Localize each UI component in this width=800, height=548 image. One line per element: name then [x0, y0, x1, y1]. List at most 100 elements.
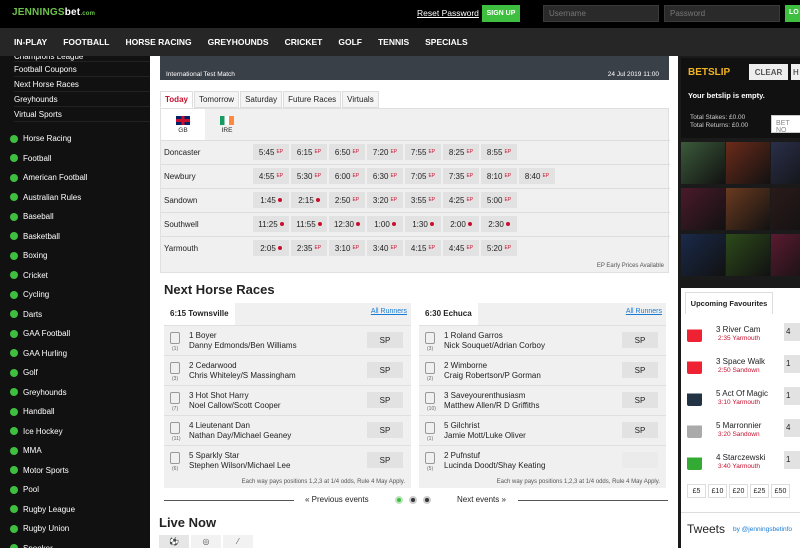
nav-item[interactable]: GOLF	[338, 37, 362, 47]
price-button[interactable]: SP	[622, 422, 658, 438]
bet-now-button[interactable]: BET NO	[771, 115, 800, 134]
username-input[interactable]: Username	[543, 5, 659, 22]
nav-item[interactable]: CRICKET	[285, 37, 323, 47]
nav-item[interactable]: HORSE RACING	[126, 37, 192, 47]
nav-item[interactable]: FOOTBALL	[63, 37, 109, 47]
race-title[interactable]: 6:15 Townsville	[164, 303, 235, 325]
race-time-button[interactable]: 11:25	[253, 216, 289, 232]
game-tile[interactable]	[726, 234, 770, 276]
race-time-button[interactable]: 3:55 EP	[405, 192, 441, 208]
race-time-button[interactable]: 2:50 EP	[329, 192, 365, 208]
sign-up-button[interactable]: SIGN UP	[482, 5, 520, 22]
stake-button[interactable]: £10	[708, 484, 727, 498]
cricket-icon[interactable]: ⁄	[223, 535, 253, 548]
clear-button[interactable]: CLEAR	[749, 64, 788, 80]
sidebar-item[interactable]: Horse Racing	[0, 129, 150, 149]
race-time-button[interactable]: 8:55 EP	[481, 144, 517, 160]
meeting-name[interactable]: Yarmouth	[164, 244, 198, 253]
meeting-name[interactable]: Doncaster	[164, 148, 200, 157]
race-time-button[interactable]: 2:15	[291, 192, 327, 208]
price-button[interactable]: SP	[367, 422, 403, 438]
race-time-button[interactable]: 8:10 EP	[481, 168, 517, 184]
price-button[interactable]: SP	[367, 392, 403, 408]
favourite-odds-button[interactable]: 4	[784, 323, 800, 341]
sidebar-item[interactable]: GAA Football	[0, 324, 150, 344]
sidebar-item[interactable]: Cricket	[0, 266, 150, 286]
race-time-button[interactable]: 4:45 EP	[443, 240, 479, 256]
stake-button[interactable]: £50	[771, 484, 790, 498]
price-button[interactable]: SP	[622, 392, 658, 408]
game-tile[interactable]	[771, 188, 800, 230]
sidebar-item[interactable]: GAA Hurling	[0, 344, 150, 364]
price-button[interactable]: SP	[367, 332, 403, 348]
race-time-button[interactable]: 7:20 EP	[367, 144, 403, 160]
race-time-button[interactable]: 4:55 EP	[253, 168, 289, 184]
race-time-button[interactable]: 2:30	[481, 216, 517, 232]
sidebar-item[interactable]: MMA	[0, 441, 150, 461]
sidebar-item[interactable]: Darts	[0, 305, 150, 325]
race-time-button[interactable]: 1:00	[367, 216, 403, 232]
sidebar-item[interactable]: Cycling	[0, 285, 150, 305]
sidebar-item[interactable]: Basketball	[0, 227, 150, 247]
nav-item[interactable]: TENNIS	[378, 37, 409, 47]
sidebar-sublink[interactable]: Greyhounds	[14, 92, 150, 107]
sidebar-sublink[interactable]: Virtual Sports	[14, 107, 150, 122]
day-tab[interactable]: Saturday	[240, 91, 283, 108]
race-time-button[interactable]: 12:30	[329, 216, 365, 232]
login-button[interactable]: LO	[785, 5, 800, 22]
all-runners-link[interactable]: All Runners	[626, 308, 662, 315]
sidebar-item[interactable]: Rugby Union	[0, 519, 150, 539]
race-time-button[interactable]: 11:55	[291, 216, 327, 232]
sidebar-item[interactable]: Greyhounds	[0, 383, 150, 403]
favourite-odds-button[interactable]: 1	[784, 355, 800, 373]
stake-button[interactable]: £20	[729, 484, 748, 498]
race-time-button[interactable]: 6:50 EP	[329, 144, 365, 160]
race-time-button[interactable]: 4:25 EP	[443, 192, 479, 208]
pager-dot[interactable]	[395, 496, 403, 504]
sidebar-item[interactable]: Football	[0, 149, 150, 169]
sidebar-item[interactable]: Australian Rules	[0, 188, 150, 208]
race-time-button[interactable]: 5:20 EP	[481, 240, 517, 256]
sidebar-item[interactable]: Golf	[0, 363, 150, 383]
game-tile[interactable]	[681, 188, 725, 230]
sidebar-item[interactable]: Baseball	[0, 207, 150, 227]
sidebar-item[interactable]: Motor Sports	[0, 461, 150, 481]
race-time-button[interactable]: 6:15 EP	[291, 144, 327, 160]
flag-gb[interactable]: GB	[161, 109, 205, 140]
favourite-odds-button[interactable]: 4	[784, 419, 800, 437]
favourite-odds-button[interactable]: 1	[784, 387, 800, 405]
price-button[interactable]	[622, 452, 658, 468]
race-time-button[interactable]: 7:35 EP	[443, 168, 479, 184]
race-time-button[interactable]: 2:05	[253, 240, 289, 256]
game-tile[interactable]	[726, 188, 770, 230]
stake-button[interactable]: £25	[750, 484, 769, 498]
brand-logo[interactable]: JENNINGSbet.com	[12, 7, 95, 18]
race-time-button[interactable]: 5:00 EP	[481, 192, 517, 208]
sidebar-item[interactable]: Snooker	[0, 539, 150, 548]
race-time-button[interactable]: 8:40 EP	[519, 168, 555, 184]
game-tile[interactable]	[726, 142, 770, 184]
race-time-button[interactable]: 6:00 EP	[329, 168, 365, 184]
stake-button[interactable]: £5	[687, 484, 706, 498]
game-tile[interactable]	[681, 234, 725, 276]
race-time-button[interactable]: 1:45	[253, 192, 289, 208]
sidebar-item[interactable]: Ice Hockey	[0, 422, 150, 442]
sidebar-item[interactable]: American Football	[0, 168, 150, 188]
race-time-button[interactable]: 4:15 EP	[405, 240, 441, 256]
race-time-button[interactable]: 5:30 EP	[291, 168, 327, 184]
sidebar-sublink[interactable]: Football Coupons	[14, 62, 150, 77]
meeting-name[interactable]: Sandown	[164, 196, 197, 205]
race-title[interactable]: 6:30 Echuca	[419, 303, 478, 325]
reset-password-link[interactable]: Reset Password	[417, 8, 479, 18]
game-tile[interactable]	[681, 142, 725, 184]
favourite-odds-button[interactable]: 1	[784, 451, 800, 469]
sidebar-item[interactable]: Boxing	[0, 246, 150, 266]
nav-item[interactable]: IN-PLAY	[14, 37, 47, 47]
race-time-button[interactable]: 3:10 EP	[329, 240, 365, 256]
sidebar-item[interactable]: Pool	[0, 480, 150, 500]
pager-dot[interactable]	[409, 496, 417, 504]
meeting-name[interactable]: Newbury	[164, 172, 196, 181]
price-button[interactable]: SP	[622, 362, 658, 378]
sidebar-item[interactable]: Rugby League	[0, 500, 150, 520]
day-tab[interactable]: Future Races	[283, 91, 342, 108]
